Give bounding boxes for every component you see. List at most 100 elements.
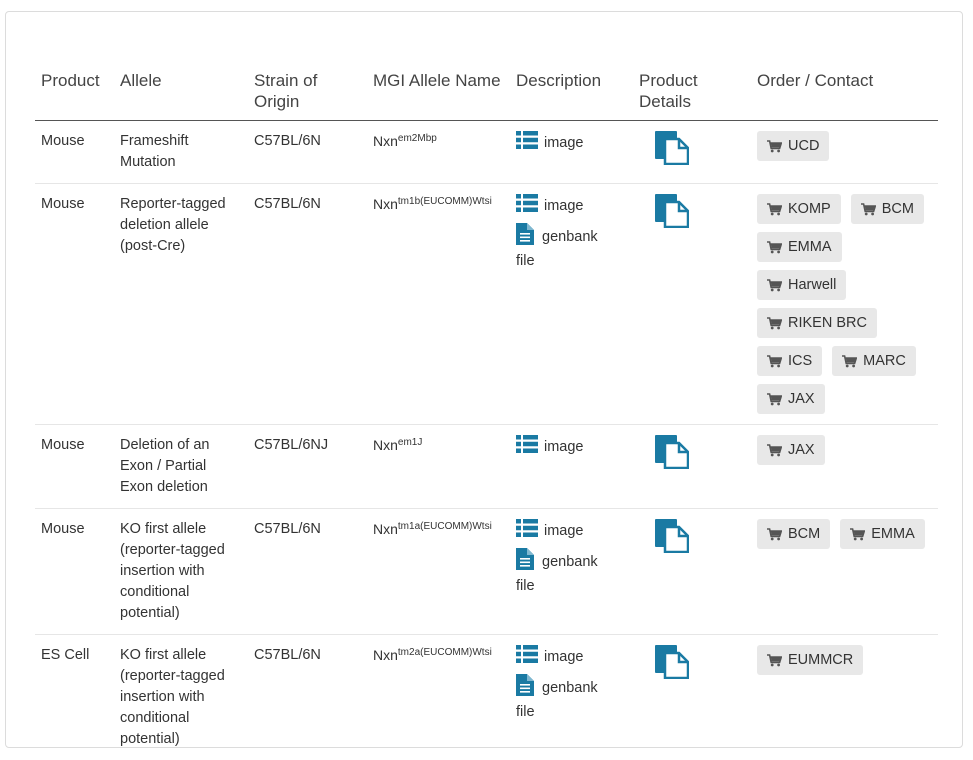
header-allele: Allele: [114, 70, 248, 121]
mgi-allele-superscript: em2Mbp: [398, 133, 437, 144]
cell-order-contact: JAX: [751, 425, 938, 509]
cart-icon: [842, 355, 863, 368]
cell-product: Mouse: [35, 121, 114, 184]
cell-mgi-allele-name: Nxnem2Mbp: [367, 121, 510, 184]
file-icon: [516, 223, 534, 251]
cell-description: image genbankfile: [510, 635, 633, 760]
order-button[interactable]: JAX: [757, 435, 825, 465]
order-button[interactable]: JAX: [757, 384, 825, 414]
cell-product-details: [633, 121, 751, 184]
order-buttons: EUMMCR: [757, 645, 927, 675]
order-button[interactable]: EUMMCR: [757, 645, 863, 675]
file-icon: [516, 548, 534, 576]
cell-order-contact: BCM EMMA: [751, 509, 938, 635]
product-details-icon[interactable]: [655, 435, 689, 476]
cell-mgi-allele-name: Nxntm2a(EUCOMM)Wtsi: [367, 635, 510, 760]
cell-strain: C57BL/6N: [248, 509, 367, 635]
cart-icon: [767, 203, 788, 216]
cell-product-details: [633, 425, 751, 509]
cell-product-details: [633, 184, 751, 425]
cell-strain: C57BL/6NJ: [248, 425, 367, 509]
product-details-icon[interactable]: [655, 131, 689, 172]
cart-icon: [861, 203, 882, 216]
products-table: Product Allele Strain of Origin MGI Alle…: [35, 70, 938, 760]
file-icon: [516, 674, 534, 702]
image-link[interactable]: image: [516, 131, 627, 156]
header-mgi-allele-name: MGI Allele Name: [367, 70, 510, 121]
cart-icon: [767, 393, 788, 406]
table-row: Mouse Frameshift Mutation C57BL/6N Nxnem…: [35, 121, 938, 184]
list-icon: [516, 645, 538, 670]
cell-product: ES Cell: [35, 635, 114, 760]
cell-allele: Frameshift Mutation: [114, 121, 248, 184]
product-details-icon[interactable]: [655, 645, 689, 686]
cell-mgi-allele-name: Nxntm1b(EUCOMM)Wtsi: [367, 184, 510, 425]
header-product-details: Product Details: [633, 70, 751, 121]
cell-description: image: [510, 425, 633, 509]
image-link[interactable]: image: [516, 645, 627, 670]
header-product: Product: [35, 70, 114, 121]
cell-order-contact: UCD: [751, 121, 938, 184]
cart-icon: [767, 654, 788, 667]
list-icon: [516, 194, 538, 219]
order-buttons: JAX: [757, 435, 927, 465]
order-button[interactable]: UCD: [757, 131, 829, 161]
mgi-allele-superscript: tm1b(EUCOMM)Wtsi: [398, 196, 492, 207]
image-link[interactable]: image: [516, 435, 627, 460]
order-button[interactable]: BCM: [757, 519, 830, 549]
order-button[interactable]: EMMA: [757, 232, 842, 262]
cell-product-details: [633, 509, 751, 635]
cell-order-contact: EUMMCR: [751, 635, 938, 760]
cell-product-details: [633, 635, 751, 760]
genbank-file-link[interactable]: genbankfile: [516, 674, 627, 722]
cart-icon: [850, 528, 871, 541]
mgi-allele-base: Nxn: [373, 647, 398, 663]
header-description: Description: [510, 70, 633, 121]
cell-description: image: [510, 121, 633, 184]
mgi-allele-base: Nxn: [373, 437, 398, 453]
cell-strain: C57BL/6N: [248, 184, 367, 425]
header-strain: Strain of Origin: [248, 70, 367, 121]
cell-description: image genbankfile: [510, 184, 633, 425]
order-button[interactable]: RIKEN BRC: [757, 308, 877, 338]
cart-icon: [767, 444, 788, 457]
cell-product: Mouse: [35, 184, 114, 425]
products-panel: Product Allele Strain of Origin MGI Alle…: [5, 11, 963, 748]
cart-icon: [767, 355, 788, 368]
header-order-contact: Order / Contact: [751, 70, 938, 121]
cart-icon: [767, 317, 788, 330]
cell-strain: C57BL/6N: [248, 635, 367, 760]
table-row: ES Cell KO first allele (reporter-tagged…: [35, 635, 938, 760]
cart-icon: [767, 279, 788, 292]
mgi-allele-superscript: tm2a(EUCOMM)Wtsi: [398, 647, 492, 658]
order-button[interactable]: ICS: [757, 346, 822, 376]
order-button[interactable]: KOMP: [757, 194, 841, 224]
table-row: Mouse Deletion of an Exon / Partial Exon…: [35, 425, 938, 509]
order-button[interactable]: MARC: [832, 346, 916, 376]
mgi-allele-superscript: tm1a(EUCOMM)Wtsi: [398, 521, 492, 532]
cart-icon: [767, 140, 788, 153]
cart-icon: [767, 241, 788, 254]
order-button[interactable]: BCM: [851, 194, 924, 224]
image-link[interactable]: image: [516, 194, 627, 219]
order-buttons: UCD: [757, 131, 927, 161]
list-icon: [516, 435, 538, 460]
table-row: Mouse KO first allele (reporter-tagged i…: [35, 509, 938, 635]
cell-mgi-allele-name: Nxntm1a(EUCOMM)Wtsi: [367, 509, 510, 635]
mgi-allele-superscript: em1J: [398, 437, 422, 448]
order-button[interactable]: EMMA: [840, 519, 925, 549]
product-details-icon[interactable]: [655, 194, 689, 235]
order-button[interactable]: Harwell: [757, 270, 846, 300]
genbank-file-link[interactable]: genbankfile: [516, 548, 627, 596]
cell-allele: Reporter-tagged deletion allele (post-Cr…: [114, 184, 248, 425]
cart-icon: [767, 528, 788, 541]
cell-strain: C57BL/6N: [248, 121, 367, 184]
order-buttons: KOMP BCM EMMA Harwell RIKEN BRC ICS MARCJAX: [757, 194, 927, 414]
image-link[interactable]: image: [516, 519, 627, 544]
genbank-file-link[interactable]: genbankfile: [516, 223, 627, 271]
list-icon: [516, 131, 538, 156]
mgi-allele-base: Nxn: [373, 196, 398, 212]
cell-description: image genbankfile: [510, 509, 633, 635]
table-row: Mouse Reporter-tagged deletion allele (p…: [35, 184, 938, 425]
product-details-icon[interactable]: [655, 519, 689, 560]
